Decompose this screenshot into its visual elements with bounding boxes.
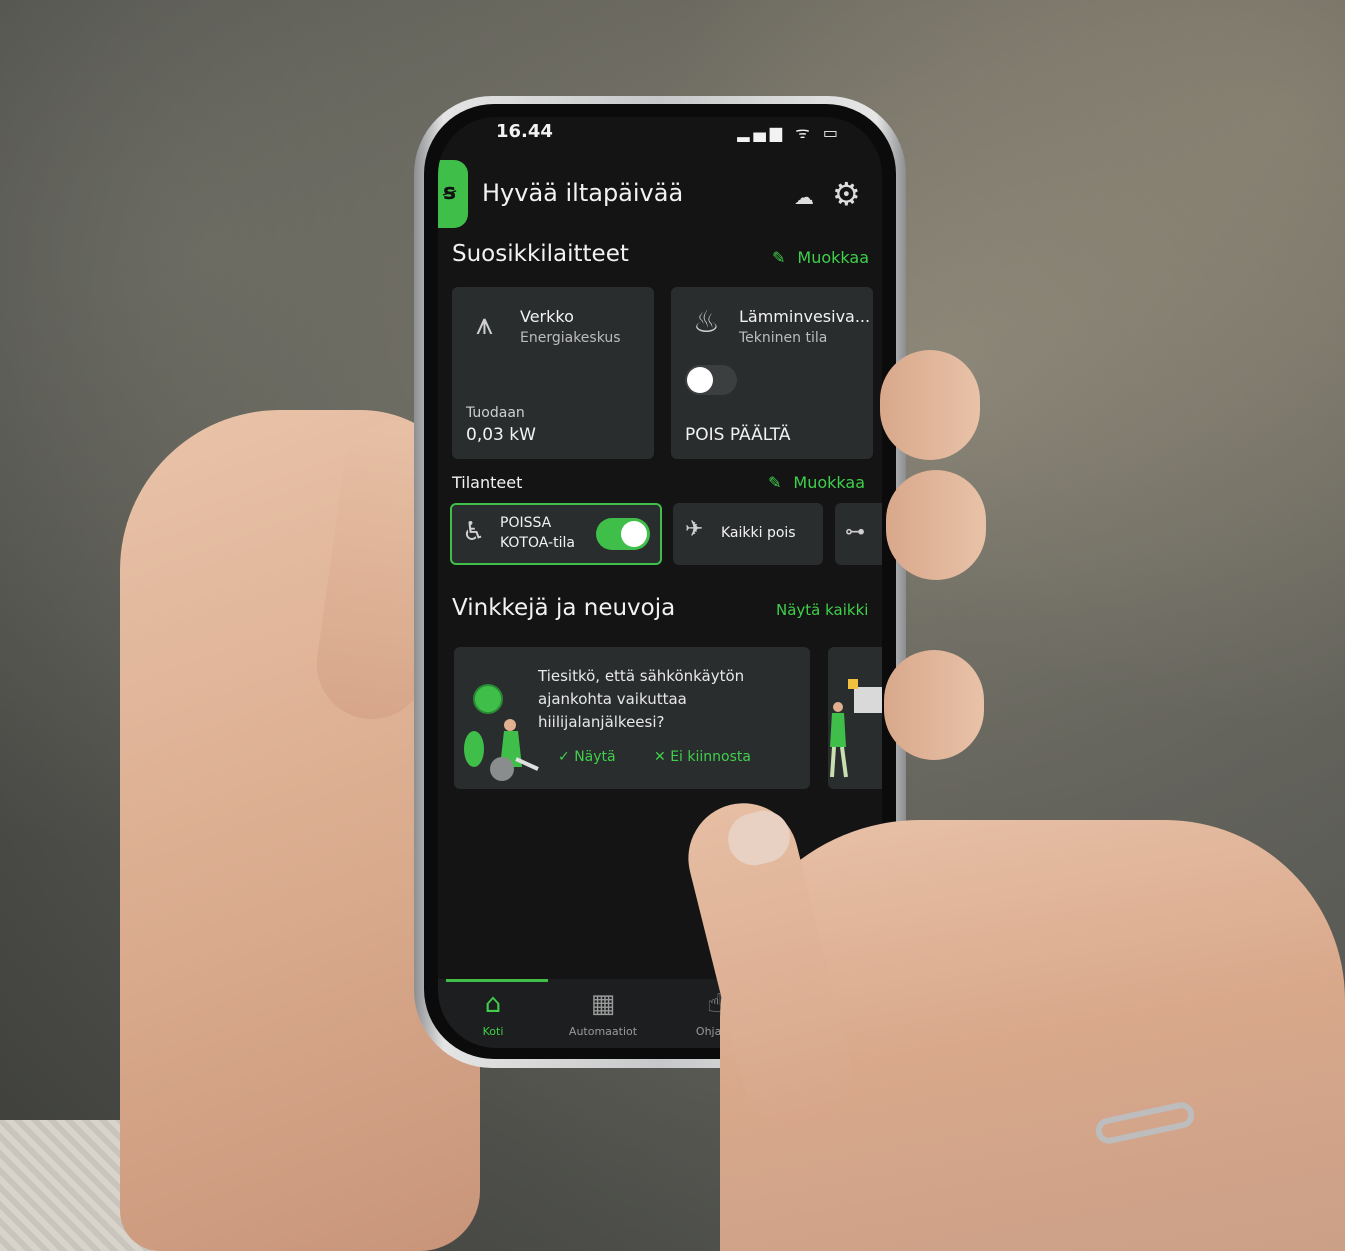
scene-all-off[interactable]: ✈ Kaikki pois	[673, 503, 823, 565]
tip-show-label: Näytä	[574, 749, 616, 765]
gear-icon[interactable]: ⚙	[832, 175, 861, 213]
nav-item-home[interactable]: ⌂ Koti	[438, 989, 548, 1038]
toggle-knob	[621, 521, 647, 547]
device-card-grid[interactable]: ⩚ Verkko Energiakeskus Tuodaan 0,03 kW	[452, 287, 654, 459]
status-bar: 16.44 ▂▄▆ ᯤ ▭	[438, 117, 882, 147]
scene-label-line1: POISSA	[500, 515, 552, 531]
pencil-icon: ✎	[768, 473, 782, 492]
scene-label-line2: KOTOA-tila	[500, 535, 575, 551]
scene-toggle[interactable]	[596, 518, 650, 550]
tips-title: Vinkkejä ja neuvoja	[452, 595, 676, 621]
device-subtitle: Tekninen tila	[739, 330, 828, 346]
greeting-title: Hyvää iltapäivää	[482, 179, 684, 207]
app-logo[interactable]: ꞩ	[438, 160, 468, 228]
logo-icon: ꞩ	[443, 180, 457, 205]
finger	[884, 650, 984, 760]
nav-active-indicator	[446, 979, 548, 982]
grid-tower-icon: ⩚	[476, 307, 493, 342]
tip-illustration	[464, 684, 539, 781]
device-card-water-heater[interactable]: ♨ Lämminvesiva... Tekninen tila POIS PÄÄ…	[671, 287, 873, 459]
scenes-edit-label: Muokkaa	[793, 473, 865, 492]
tip-show-button[interactable]: ✓ Näytä	[558, 749, 616, 765]
device-caption: Tuodaan	[466, 405, 525, 421]
toggle-knob	[687, 367, 713, 393]
scene-label: Kaikki pois	[721, 525, 796, 541]
device-title: Verkko	[520, 307, 574, 326]
tip-illustration-next	[830, 679, 882, 778]
device-toggle[interactable]	[685, 365, 737, 395]
home-icon: ⌂	[484, 989, 502, 1019]
scene-away[interactable]: ♿ POISSA KOTOA-tila	[450, 503, 662, 565]
device-subtitle: Energiakeskus	[520, 330, 621, 346]
finger	[886, 470, 986, 580]
tip-dismiss-button[interactable]: ✕ Ei kiinnosta	[654, 749, 751, 765]
cloud-icon[interactable]: ☁	[794, 185, 814, 209]
airplane-icon: ✈	[685, 517, 704, 542]
device-title: Lämminvesiva...	[739, 307, 871, 326]
nav-item-automations[interactable]: ▦ Automaatiot	[548, 989, 658, 1038]
tip-card-next[interactable]	[828, 647, 882, 789]
tip-text: Tiesitkö, että sähkönkäytön ajankohta va…	[538, 667, 745, 731]
signal-wifi-battery-icon: ▂▄▆ ᯤ ▭	[737, 123, 842, 142]
tip-dismiss-label: Ei kiinnosta	[670, 749, 751, 765]
pencil-icon: ✎	[772, 248, 786, 267]
favorites-edit-label: Muokkaa	[797, 248, 869, 267]
scenes-title: Tilanteet	[452, 473, 523, 492]
grid-icon: ▦	[590, 989, 616, 1019]
status-time: 16.44	[496, 121, 553, 142]
scenes-edit-button[interactable]: ✎ Muokkaa	[768, 473, 865, 492]
scene-workout[interactable]: ⊶	[835, 503, 882, 565]
finger	[880, 350, 980, 460]
device-state: POIS PÄÄLTÄ	[685, 425, 791, 445]
favorites-edit-button[interactable]: ✎ Muokkaa	[772, 248, 869, 267]
tip-card[interactable]: Tiesitkö, että sähkönkäytön ajankohta va…	[454, 647, 810, 789]
dumbbell-icon: ⊶	[845, 519, 865, 543]
tips-show-all-link[interactable]: Näytä kaikki	[776, 601, 868, 619]
nav-label: Koti	[482, 1025, 504, 1038]
away-person-icon: ♿	[462, 517, 486, 547]
water-heater-icon: ♨	[693, 305, 720, 340]
favorites-title: Suosikkilaitteet	[452, 241, 629, 267]
nav-label: Automaatiot	[568, 1025, 638, 1038]
device-value: 0,03 kW	[466, 425, 536, 445]
